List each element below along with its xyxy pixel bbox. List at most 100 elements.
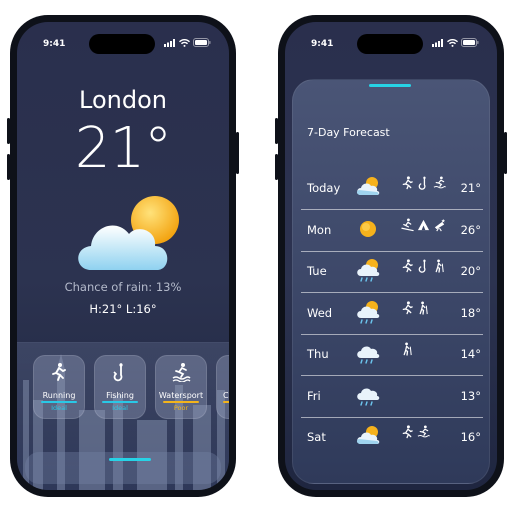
running-icon <box>52 363 66 381</box>
phone-current-weather: 9:41 London 21° Chance of rain: 13% H:21… <box>10 15 236 497</box>
watersport-icon <box>417 425 430 438</box>
activity-rating: Poor <box>173 404 189 412</box>
activity-rating-bar <box>163 401 199 403</box>
activity-rating-bar <box>41 401 77 403</box>
battery-icon <box>461 38 479 47</box>
activity-card-partial[interactable]: C <box>216 355 229 419</box>
activity-name: C <box>223 391 229 400</box>
status-time: 9:41 <box>43 39 66 49</box>
hiking-icon <box>403 342 412 356</box>
fishing-icon <box>418 176 426 190</box>
activity-name: Watersport <box>158 391 204 400</box>
activity-rating: Ideal <box>112 404 128 412</box>
cellular-icon <box>432 38 443 47</box>
volume-down-button <box>275 154 278 180</box>
phone-forecast: 9:41 7-Day Forecast Today 21° Mon 26° Tue 20°… <box>278 15 504 497</box>
forecast-sheet-handle[interactable] <box>369 84 411 87</box>
activity-name: Fishing <box>106 391 134 400</box>
running-icon <box>402 176 413 190</box>
activities-list: Running Ideal Fishing Ideal Watersport P… <box>33 355 229 419</box>
forecast-temperature: 14° <box>460 347 481 361</box>
rain-cloud-icon <box>357 388 380 406</box>
battery-icon <box>193 38 211 47</box>
forecast-activities <box>401 259 446 273</box>
fishing-icon <box>113 363 123 382</box>
dynamic-island <box>89 34 155 54</box>
forecast-temperature: 16° <box>460 430 481 444</box>
volume-up-button <box>7 118 10 144</box>
forecast-activities <box>401 176 446 190</box>
volume-down-button <box>7 154 10 180</box>
cellular-icon <box>164 38 175 47</box>
activity-name: Running <box>42 391 76 400</box>
activity-card-running[interactable]: Running Ideal <box>33 355 85 419</box>
activity-card-watersport[interactable]: Watersport Poor <box>155 355 207 419</box>
sun-behind-cloud-icon <box>78 196 179 270</box>
forecast-day: Tue <box>307 264 327 278</box>
volume-up-button <box>275 118 278 144</box>
forecast-row[interactable]: Sat 16° <box>301 418 483 459</box>
status-indicators <box>164 38 211 47</box>
city-name: London <box>79 86 167 114</box>
forecast-row[interactable]: Tue 20° <box>301 252 483 293</box>
forecast-title: 7-Day Forecast <box>307 126 390 139</box>
sun-behind-cloud-icon <box>356 426 380 444</box>
forecast-activities <box>401 342 414 356</box>
current-weather-screen: 9:41 London 21° Chance of rain: 13% H:21… <box>17 22 229 490</box>
forecast-activities <box>401 425 430 439</box>
activity-rating: Ideal <box>51 404 67 412</box>
running-icon <box>402 425 413 439</box>
chance-of-rain: Chance of rain: 13% <box>64 280 182 294</box>
sun-icon <box>360 220 376 237</box>
wifi-icon <box>179 38 190 47</box>
status-time: 9:41 <box>311 39 334 49</box>
hiking-icon <box>435 259 444 273</box>
sun-behind-cloud-icon <box>356 177 380 195</box>
forecast-temperature: 21° <box>460 181 481 195</box>
dynamic-island <box>357 34 423 54</box>
forecast-day: Today <box>307 181 341 195</box>
forecast-day: Mon <box>307 222 332 237</box>
skiing-icon <box>401 218 414 231</box>
stargazing-icon <box>434 218 446 231</box>
side-button <box>504 132 507 174</box>
bottom-sheet-collapsed[interactable] <box>25 452 221 484</box>
status-bar: 9:41 <box>285 22 497 56</box>
forecast-day: Wed <box>307 305 333 320</box>
forecast-row[interactable]: Wed 18° <box>301 294 483 335</box>
forecast-day: Fri <box>307 388 321 403</box>
activity-rating-bar <box>223 401 229 403</box>
forecast-temperature: 18° <box>460 305 481 320</box>
forecast-screen: 9:41 7-Day Forecast Today 21° Mon 26° Tue 20°… <box>285 22 497 490</box>
forecast-row[interactable]: Today 21° <box>301 169 483 210</box>
hiking-icon <box>419 301 428 315</box>
sun-behind-rain-cloud-icon <box>357 300 380 324</box>
forecast-day: Sat <box>307 430 326 444</box>
status-indicators <box>432 38 479 47</box>
forecast-temperature: 13° <box>460 388 481 403</box>
high-low-temperature: H:21° L:16° <box>89 302 157 316</box>
watersport-icon <box>172 363 191 382</box>
forecast-temperature: 20° <box>460 264 481 278</box>
fishing-icon <box>418 259 426 273</box>
camping-icon <box>417 219 430 230</box>
running-icon <box>402 259 413 273</box>
watersport-icon <box>433 176 446 189</box>
activity-card-fishing[interactable]: Fishing Ideal <box>94 355 146 419</box>
activity-rating-bar <box>102 401 138 403</box>
current-temperature: 21° <box>74 116 172 181</box>
forecast-temperature: 26° <box>460 222 481 237</box>
forecast-row[interactable]: Mon 26° <box>301 211 483 252</box>
sun-behind-rain-cloud-icon <box>357 259 380 282</box>
running-icon <box>402 300 413 314</box>
wifi-icon <box>447 38 458 47</box>
forecast-activities <box>401 218 446 232</box>
side-button <box>236 132 239 174</box>
bottom-sheet-handle[interactable] <box>109 458 151 461</box>
status-bar: 9:41 <box>17 22 229 56</box>
forecast-day: Thu <box>307 347 329 361</box>
rain-cloud-icon <box>357 346 380 364</box>
forecast-row[interactable]: Thu 14° <box>301 335 483 376</box>
forecast-row[interactable]: Fri 13° <box>301 377 483 418</box>
forecast-activities <box>401 300 430 315</box>
